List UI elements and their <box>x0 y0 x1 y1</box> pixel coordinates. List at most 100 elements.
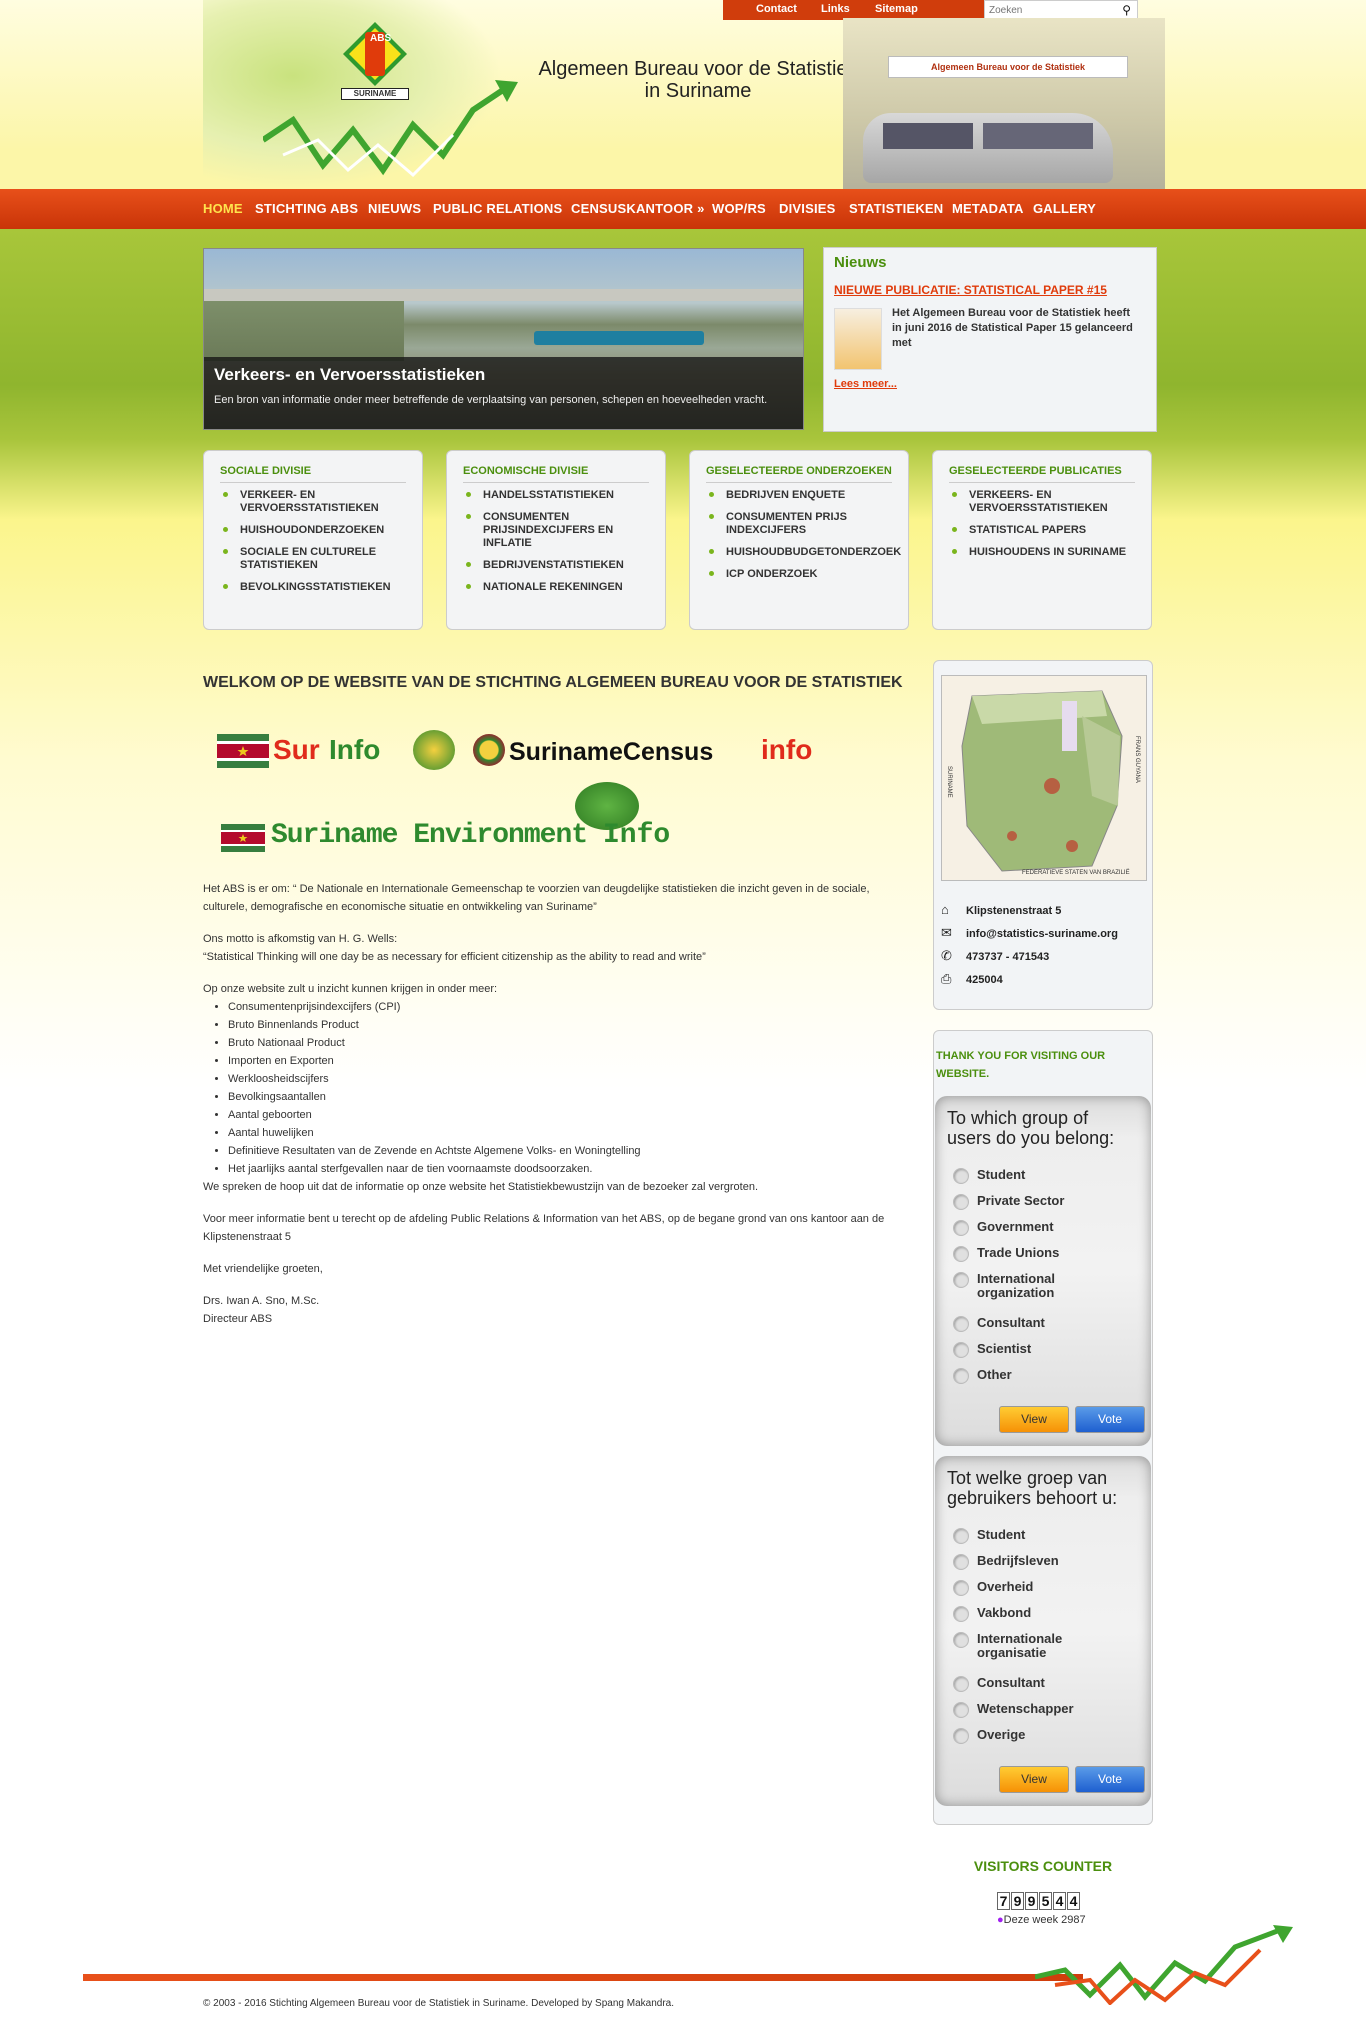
intro-paragraph: Het ABS is er om: “ De Nationale en Inte… <box>203 883 870 913</box>
box-link[interactable]: BEVOLKINGSSTATISTIEKEN <box>220 581 406 594</box>
site-header: ABS SURINAME Algemeen Bureau voor de Sta… <box>203 0 1165 190</box>
building-sign: Algemeen Bureau voor de Statistiek <box>888 56 1128 78</box>
poll-vote-button[interactable]: Vote <box>1075 1406 1145 1433</box>
phone-icon: ✆ <box>941 948 952 963</box>
box-title[interactable]: ECONOMISCHE DIVISIE <box>463 465 649 483</box>
footer-arrow-graphic <box>1035 1925 1293 2005</box>
poll-question: Tot welke groep van gebruikers behoort u… <box>947 1468 1118 1508</box>
footer-divider <box>83 1974 1083 1981</box>
census-logo-text-b: info <box>761 734 813 765</box>
poll-vote-button[interactable]: Vote <box>1075 1766 1145 1793</box>
counter-digits: 7 9 9 5 4 4 <box>997 1892 1081 1910</box>
box-link[interactable]: HUISHOUDBUDGETONDERZOEK <box>706 546 901 559</box>
box-link[interactable]: HANDELSSTATISTIEKEN <box>463 489 649 502</box>
user-icon: ● <box>997 1914 1004 1926</box>
radio-button[interactable] <box>953 1246 969 1262</box>
nav-public-relations[interactable]: PUBLIC RELATIONS <box>433 201 562 216</box>
van-window <box>883 123 973 149</box>
visitor-poll-panel: THANK YOU FOR VISITING OUR WEBSITE. To w… <box>933 1030 1153 1825</box>
suriname-map-image[interactable]: SURINAME FRANS GUYANA FEDERATIEVE STATEN… <box>941 675 1147 881</box>
featured-slider[interactable]: Verkeers- en Vervoersstatistieken Een br… <box>203 248 804 430</box>
list-item: Bevolkingsaantallen <box>228 1088 903 1106</box>
box-title[interactable]: GESELECTEERDE ONDERZOEKEN <box>706 465 892 483</box>
radio-button[interactable] <box>953 1220 969 1236</box>
radio-button[interactable] <box>953 1728 969 1744</box>
box-title[interactable]: GESELECTEERDE PUBLICATIES <box>949 465 1135 483</box>
hope-paragraph: We spreken de hoop uit dat de informatie… <box>203 1181 759 1193</box>
surinfo-logo[interactable]: Sur Info <box>217 730 457 770</box>
environment-logo-text-a: Suriname Environment <box>271 820 588 851</box>
map-label-right: FRANS GUYANA <box>1134 736 1140 783</box>
box-link[interactable]: CONSUMENTEN PRIJS INDEXCIJFERS <box>706 511 892 537</box>
news-headline-link[interactable]: NIEUWE PUBLICATIE: STATISTICAL PAPER #15 <box>834 283 1146 297</box>
radio-button[interactable] <box>953 1676 969 1692</box>
contact-address: Klipstenenstraat 5 <box>966 905 1062 917</box>
poll-option-label: Trade Unions <box>977 1245 1060 1260</box>
radio-button[interactable] <box>953 1632 969 1648</box>
radio-button[interactable] <box>953 1606 969 1622</box>
email-icon: ✉ <box>941 925 952 940</box>
map-label-bottom: FEDERATIEVE STATEN VAN BRAZILIË <box>1022 870 1130 876</box>
nav-home[interactable]: HOME <box>203 201 243 216</box>
news-read-more-link[interactable]: Lees meer... <box>834 378 897 390</box>
map-label-left: SURINAME <box>946 766 952 798</box>
category-box-geselecteerde-onderzoeken: GESELECTEERDE ONDERZOEKEN BEDRIJVEN ENQU… <box>689 450 909 630</box>
list-item: Het jaarlijks aantal sterfgevallen naar … <box>228 1160 903 1178</box>
radio-button[interactable] <box>953 1168 969 1184</box>
surinamecensus-logo[interactable]: SurinameCensus info <box>473 732 853 772</box>
radio-button[interactable] <box>953 1702 969 1718</box>
nav-metadata[interactable]: METADATA <box>952 201 1024 216</box>
nav-censuskantoor[interactable]: CENSUSKANTOOR » <box>571 201 705 216</box>
visitors-counter: VISITORS COUNTER 7 9 9 5 4 4 ●Deze week … <box>933 1858 1153 1926</box>
site-title-line2: in Suriname <box>644 80 752 102</box>
poll-option-label: Government <box>977 1219 1054 1234</box>
environment-info-logo[interactable]: Suriname Environment Info <box>203 782 903 872</box>
nav-stichting-abs[interactable]: STICHTING ABS <box>255 201 358 216</box>
topics-intro: Op onze website zult u inzicht kunnen kr… <box>203 983 498 995</box>
box-title[interactable]: SOCIALE DIVISIE <box>220 465 406 483</box>
radio-button[interactable] <box>953 1580 969 1596</box>
nav-divisies[interactable]: DIVISIES <box>779 201 836 216</box>
box-link[interactable]: HUISHOUDONDERZOEKEN <box>220 524 406 537</box>
contact-email[interactable]: info@statistics-suriname.org <box>966 928 1118 940</box>
radio-button[interactable] <box>953 1194 969 1210</box>
poll-option-label: Vakbond <box>977 1605 1032 1620</box>
site-title-line1: Algemeen Bureau voor de Statistiek <box>538 58 858 80</box>
box-link[interactable]: VERKEER- EN VERVOERSSTATISTIEKEN <box>220 489 406 515</box>
box-link[interactable]: BEDRIJVEN ENQUETE <box>706 489 892 502</box>
radio-button[interactable] <box>953 1528 969 1544</box>
contact-phone: 473737 - 471543 <box>966 951 1050 963</box>
box-link[interactable]: SOCIALE EN CULTURELE STATISTIEKEN <box>220 546 406 572</box>
nav-wop-rs[interactable]: WOP/RS <box>712 201 766 216</box>
header-building-photo: Algemeen Bureau voor de Statistiek <box>843 18 1165 190</box>
nav-nieuws[interactable]: NIEUWS <box>368 201 421 216</box>
poll-view-button[interactable]: View <box>999 1766 1069 1793</box>
nav-gallery[interactable]: GALLERY <box>1033 201 1096 216</box>
news-thumbnail[interactable] <box>834 308 882 370</box>
box-link[interactable]: CONSUMENTEN PRIJSINDEXCIJFERS EN INFLATI… <box>463 511 649 550</box>
poll-english: To which group of users do you belong: S… <box>935 1096 1151 1446</box>
box-link[interactable]: NATIONALE REKENINGEN <box>463 581 649 594</box>
box-link[interactable]: STATISTICAL PAPERS <box>949 524 1135 537</box>
radio-button[interactable] <box>953 1554 969 1570</box>
list-item: Importen en Exporten <box>228 1052 903 1070</box>
suriname-flag-icon <box>221 824 265 852</box>
environment-logo-text-b: Info <box>603 820 671 851</box>
page-title: WELKOM OP DE WEBSITE VAN DE STICHTING AL… <box>203 674 903 691</box>
radio-button[interactable] <box>953 1342 969 1358</box>
radio-button[interactable] <box>953 1316 969 1332</box>
abs-logo[interactable]: ABS SURINAME <box>341 22 409 100</box>
box-link[interactable]: VERKEERS- EN VERVOERSSTATISTIEKEN <box>949 489 1135 515</box>
poll-view-button[interactable]: View <box>999 1406 1069 1433</box>
greeting: Met vriendelijke groeten, <box>203 1263 323 1275</box>
poll-option-label: Student <box>977 1167 1026 1182</box>
counter-digit: 4 <box>1053 1892 1066 1910</box>
box-link[interactable]: BEDRIJVENSTATISTIEKEN <box>463 559 649 572</box>
radio-button[interactable] <box>953 1272 969 1288</box>
nav-statistieken[interactable]: STATISTIEKEN <box>849 201 943 216</box>
poll-option-label: Overheid <box>977 1579 1034 1594</box>
box-link[interactable]: HUISHOUDENS IN SURINAME <box>949 546 1135 559</box>
radio-button[interactable] <box>953 1368 969 1384</box>
poll-option-label: Consultant <box>977 1315 1045 1330</box>
box-link[interactable]: ICP ONDERZOEK <box>706 568 892 581</box>
